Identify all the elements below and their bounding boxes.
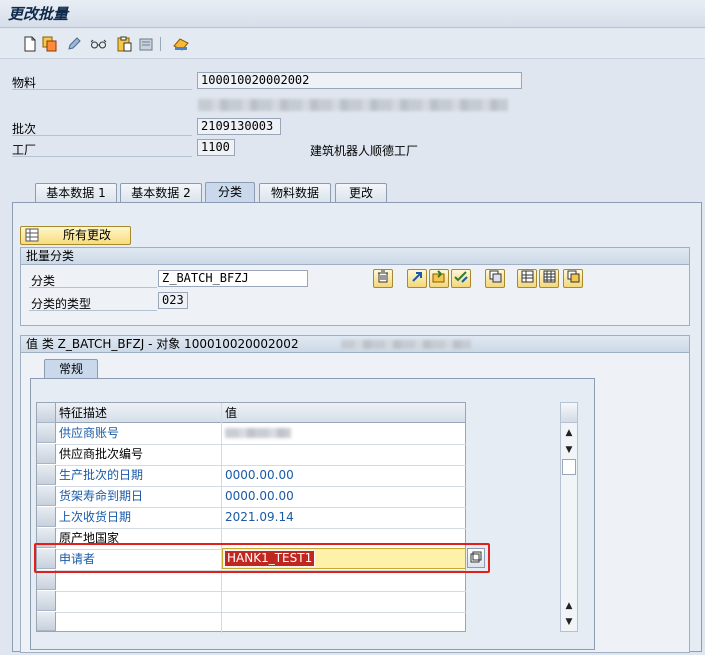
other-object-icon[interactable] bbox=[138, 36, 154, 52]
scroll-down-icon[interactable]: ▼ bbox=[561, 615, 577, 629]
copy-icon[interactable] bbox=[42, 36, 58, 52]
table-grid-icon[interactable] bbox=[539, 269, 559, 288]
tab-basic-data-1[interactable]: 基本数据 1 bbox=[35, 183, 117, 202]
row-selector[interactable] bbox=[37, 423, 56, 443]
table-row-desc: 上次收货日期 bbox=[59, 510, 132, 524]
group-header: 批量分类 bbox=[21, 248, 689, 265]
application-toolbar bbox=[0, 29, 705, 59]
row-selector[interactable] bbox=[37, 465, 56, 485]
edit-pencil-icon[interactable] bbox=[66, 36, 82, 52]
insert-arrow-icon[interactable] bbox=[407, 269, 427, 288]
table-grid-icon bbox=[25, 228, 39, 247]
table-row-desc: 供应商批次编号 bbox=[59, 447, 144, 461]
values-header-text: 值 类 Z_BATCH_BFZJ - 对象 100010020002002 bbox=[26, 337, 299, 351]
underline bbox=[12, 89, 192, 90]
tab-material-data[interactable]: 物料数据 bbox=[259, 183, 331, 202]
row-selector[interactable] bbox=[37, 507, 56, 527]
table-add-icon[interactable] bbox=[517, 269, 537, 288]
class-type-field[interactable]: 023 bbox=[158, 292, 188, 309]
clipboard-icon[interactable] bbox=[116, 36, 132, 52]
batch-classification-group: 批量分类 分类 Z_BATCH_BFZJ 分类的类型 023 bbox=[20, 247, 690, 326]
characteristics-table: 特征描述 值 供应商账号 供应商批次编号 生产批次的日期 0000.00.00 … bbox=[36, 402, 466, 633]
col-header-value[interactable]: 值 bbox=[225, 403, 237, 423]
material-field[interactable]: 100010020002002 bbox=[197, 72, 522, 89]
folder-arrow-icon[interactable] bbox=[429, 269, 449, 288]
row-selector[interactable] bbox=[37, 486, 56, 506]
row-divider bbox=[56, 591, 466, 592]
col-header-characteristic[interactable]: 特征描述 bbox=[59, 403, 107, 423]
check-edit-icon[interactable] bbox=[451, 269, 471, 288]
class-field[interactable]: Z_BATCH_BFZJ bbox=[158, 270, 308, 287]
transport-icon[interactable] bbox=[172, 36, 189, 52]
table-row-value[interactable]: 0000.00.00 bbox=[225, 486, 294, 506]
page-title: 更改批量 bbox=[8, 5, 69, 23]
row-selector[interactable] bbox=[37, 612, 56, 631]
table-copy-icon[interactable] bbox=[563, 269, 583, 288]
table-row-value-blurred bbox=[225, 428, 291, 438]
select-all-cell[interactable] bbox=[37, 403, 56, 423]
table-scrollbar[interactable]: ▲ ▼ ▲ ▼ bbox=[560, 402, 578, 632]
table-row-desc: 生产批次的日期 bbox=[59, 468, 144, 482]
tab-basic-data-2[interactable]: 基本数据 2 bbox=[120, 183, 202, 202]
scroll-up-icon[interactable]: ▲ bbox=[561, 426, 577, 440]
new-document-icon[interactable] bbox=[22, 36, 38, 52]
material-description-blurred bbox=[198, 99, 508, 111]
table-row-value[interactable]: 0000.00.00 bbox=[225, 465, 294, 485]
row-selector[interactable] bbox=[37, 570, 56, 590]
subtab-general[interactable]: 常规 bbox=[44, 359, 98, 380]
row-divider bbox=[56, 612, 466, 613]
object-description-blurred bbox=[341, 340, 471, 349]
title-bar: 更改批量 bbox=[0, 0, 705, 28]
underline bbox=[12, 156, 192, 157]
underline bbox=[12, 135, 192, 136]
highlight-box bbox=[34, 543, 490, 573]
underline bbox=[29, 287, 157, 288]
row-selector[interactable] bbox=[37, 591, 56, 611]
row-selector[interactable] bbox=[37, 444, 56, 464]
scroll-down-icon[interactable]: ▼ bbox=[561, 443, 577, 457]
scroll-up-icon[interactable]: ▲ bbox=[561, 599, 577, 613]
plant-name: 建筑机器人顺德工厂 bbox=[310, 144, 419, 158]
batch-field[interactable]: 2109130003 bbox=[197, 118, 281, 135]
all-changes-button[interactable]: 所有更改 bbox=[20, 226, 131, 245]
column-divider bbox=[221, 403, 222, 633]
table-row-value[interactable]: 2021.09.14 bbox=[225, 507, 294, 527]
table-row-desc: 供应商账号 bbox=[59, 426, 120, 440]
underline bbox=[29, 310, 157, 311]
plant-field[interactable]: 1100 bbox=[197, 139, 235, 156]
scrollbar-top-button[interactable] bbox=[561, 403, 577, 423]
tab-changes[interactable]: 更改 bbox=[335, 183, 387, 202]
delete-trash-icon[interactable] bbox=[373, 269, 393, 288]
all-changes-label: 所有更改 bbox=[63, 228, 112, 242]
copy-object-icon[interactable] bbox=[485, 269, 505, 288]
toolbar-separator bbox=[160, 37, 161, 51]
scrollbar-thumb[interactable] bbox=[562, 459, 576, 475]
glasses-display-icon[interactable] bbox=[90, 36, 107, 52]
table-row-desc: 货架寿命到期日 bbox=[59, 489, 144, 503]
tab-classification[interactable]: 分类 bbox=[205, 182, 255, 203]
